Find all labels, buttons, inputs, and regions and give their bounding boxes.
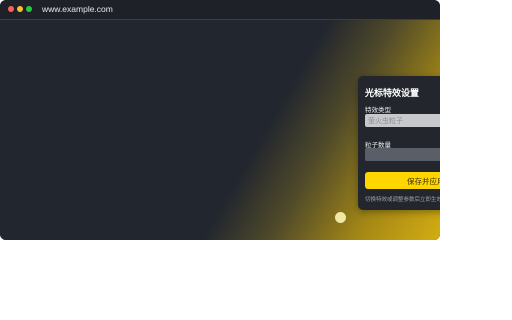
effect-type-value: 萤火虫粒子	[368, 118, 403, 125]
title-bar: www.example.com	[0, 0, 440, 20]
browser-window: www.example.com 光标特效设置 特效类型 萤火虫粒子 粒子数量 保…	[0, 0, 440, 240]
cursor-effect-settings-panel: 光标特效设置 特效类型 萤火虫粒子 粒子数量 保存并应用 切换特效或调整参数后立…	[358, 76, 440, 210]
page-content: 光标特效设置 特效类型 萤火虫粒子 粒子数量 保存并应用 切换特效或调整参数后立…	[0, 20, 440, 240]
minimize-window-button[interactable]	[17, 6, 23, 12]
particle-count-input[interactable]	[365, 148, 440, 161]
save-and-apply-button[interactable]: 保存并应用	[365, 172, 440, 189]
panel-title: 光标特效设置	[365, 88, 420, 98]
save-button-label: 保存并应用	[407, 177, 440, 186]
address-bar-url[interactable]: www.example.com	[42, 4, 113, 15]
settings-hint: 切换特效或调整参数后立即生效	[365, 197, 440, 203]
effect-type-label: 特效类型	[365, 107, 391, 114]
maximize-window-button[interactable]	[26, 6, 32, 12]
firefly-particle	[335, 212, 346, 223]
effect-type-select[interactable]: 萤火虫粒子	[365, 114, 440, 127]
close-window-button[interactable]	[8, 6, 14, 12]
